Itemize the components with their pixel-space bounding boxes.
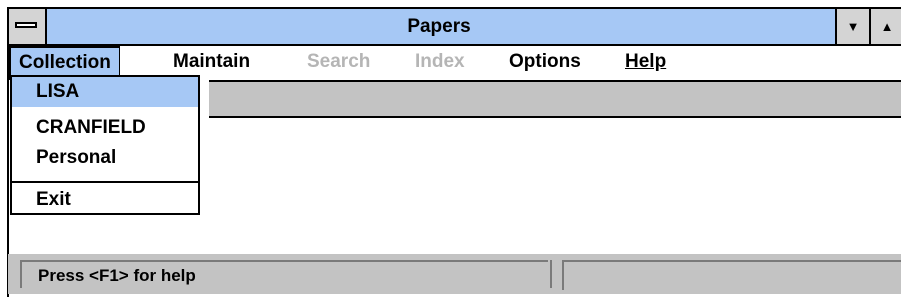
menu-search: Search: [307, 51, 371, 72]
title-bar[interactable]: Papers ▼ ▲: [9, 9, 901, 46]
menu-item-cranfield[interactable]: CRANFIELD: [12, 113, 198, 143]
status-help-text: Press <F1> for help: [20, 260, 548, 288]
system-menu-icon: [15, 22, 37, 28]
minimize-button[interactable]: ▼: [835, 9, 869, 44]
status-secondary-pane: [562, 260, 901, 290]
collection-dropdown-menu: LISA CRANFIELD Personal Exit: [10, 75, 200, 215]
arrow-up-icon: ▲: [880, 19, 894, 34]
status-divider: [550, 260, 558, 288]
menu-separator: [12, 181, 198, 183]
menu-item-personal[interactable]: Personal: [12, 143, 198, 173]
status-bar: Press <F1> for help: [8, 254, 901, 294]
system-menu-button[interactable]: [9, 9, 47, 44]
menu-item-lisa[interactable]: LISA: [12, 77, 198, 107]
menu-options[interactable]: Options: [501, 46, 589, 78]
menu-help[interactable]: Help: [617, 46, 674, 78]
menu-maintain[interactable]: Maintain: [165, 46, 258, 78]
maximize-button[interactable]: ▲: [869, 9, 901, 44]
menu-index: Index: [415, 51, 465, 72]
toolbar-strip: [209, 80, 901, 118]
window-title: Papers: [407, 16, 471, 37]
menu-item-exit[interactable]: Exit: [12, 185, 198, 215]
arrow-down-icon: ▼: [846, 19, 860, 34]
